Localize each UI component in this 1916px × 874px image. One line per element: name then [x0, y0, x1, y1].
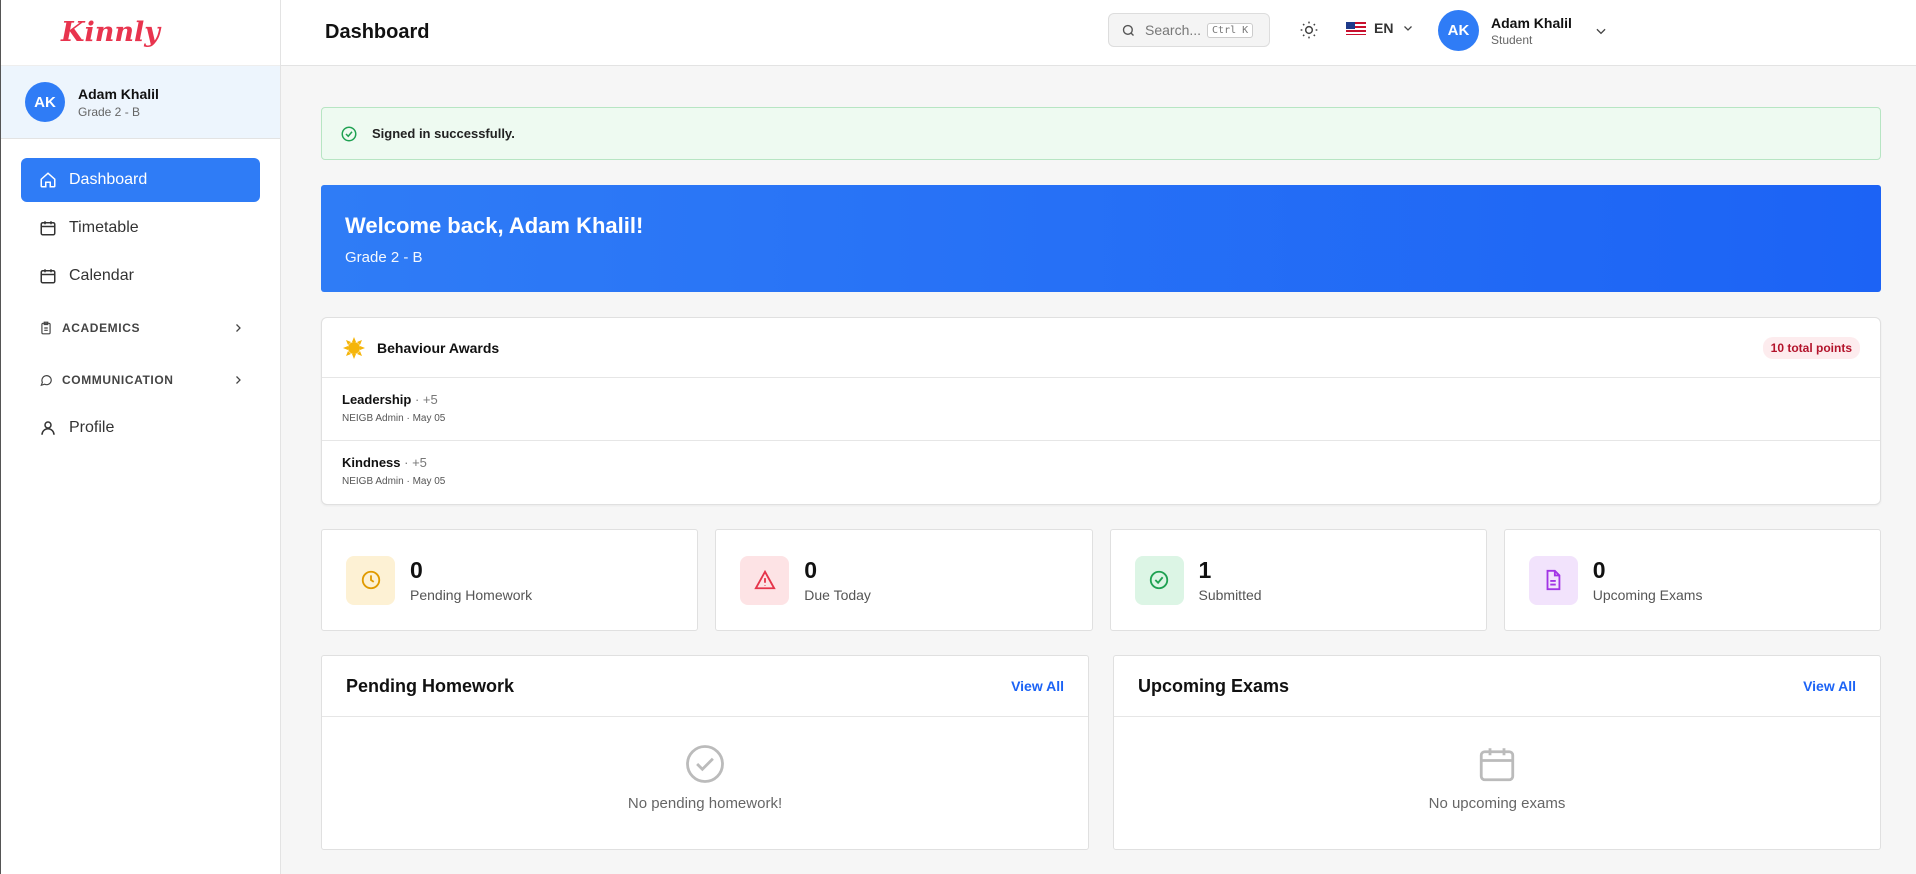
check-circle-icon	[340, 125, 358, 143]
star-icon	[342, 336, 366, 360]
language-label: EN	[1374, 20, 1394, 36]
sidebar-item-label: Profile	[69, 419, 115, 436]
award-points: · +5	[414, 392, 438, 407]
chat-icon	[39, 373, 53, 387]
award-name: Kindness	[342, 455, 401, 470]
calendar-icon	[1476, 743, 1518, 785]
us-flag-icon	[1346, 21, 1366, 35]
view-all-exams-link[interactable]: View All	[1803, 678, 1856, 694]
success-alert: Signed in successfully.	[321, 107, 1881, 160]
sun-icon	[1299, 20, 1319, 40]
sidebar-item-label: Calendar	[69, 267, 134, 284]
stat-submitted[interactable]: 1 Submitted	[1109, 529, 1487, 631]
user-icon	[39, 419, 57, 437]
check-circle-icon	[684, 743, 726, 785]
award-meta: NEIGB Admin · May 05	[342, 476, 446, 487]
search-shortcut: Ctrl K	[1207, 22, 1254, 38]
top-header: Dashboard	[281, 0, 1916, 66]
stat-due-today[interactable]: 0 Due Today	[715, 529, 1093, 631]
sidebar-item-profile[interactable]: Profile	[21, 406, 260, 450]
behaviour-awards-card: Behaviour Awards 10 total points Leaders…	[321, 317, 1881, 505]
stats-row: 0 Pending Homework 0 Due Today 1 Submitt…	[321, 529, 1881, 631]
search-icon	[1121, 23, 1136, 38]
stat-icon-box	[740, 555, 790, 605]
sidebar: Kinnly AK Adam Khalil Grade 2 - B Dashbo…	[0, 0, 281, 874]
empty-message: No upcoming exams	[1428, 795, 1566, 812]
sidebar-item-timetable[interactable]: Timetable	[21, 206, 260, 250]
stat-value: 0	[804, 557, 818, 583]
check-circle-icon	[1148, 569, 1170, 591]
search-placeholder: Search...	[1145, 22, 1202, 38]
app-logo[interactable]: Kinnly	[1, 0, 280, 66]
award-name: Leadership	[342, 392, 412, 407]
sidebar-group-label: COMMUNICATION	[62, 373, 174, 387]
user-menu[interactable]: AK Adam Khalil Student	[1438, 10, 1608, 51]
stat-value: 1	[1198, 557, 1212, 583]
avatar: AK	[1438, 10, 1479, 51]
award-row: Kindness · +5 NEIGB Admin · May 05	[322, 441, 1880, 504]
welcome-title: Welcome back, Adam Khalil!	[345, 213, 644, 238]
sidebar-group-communication[interactable]: COMMUNICATION	[21, 354, 260, 406]
calendar-icon	[39, 219, 57, 237]
home-icon	[39, 171, 57, 189]
document-icon	[1542, 569, 1564, 591]
awards-header: Behaviour Awards 10 total points	[322, 318, 1880, 378]
chevron-right-icon	[232, 322, 244, 334]
welcome-subtitle: Grade 2 - B	[345, 249, 423, 266]
stat-upcoming-exams[interactable]: 0 Upcoming Exams	[1503, 529, 1881, 631]
sidebar-group-academics[interactable]: ACADEMICS	[21, 302, 260, 354]
chevron-right-icon	[232, 374, 244, 386]
stat-value: 0	[410, 557, 423, 583]
panel-title: Upcoming Exams	[1138, 675, 1290, 696]
sidebar-nav: Dashboard Timetable Calendar ACADEMICS C…	[1, 139, 280, 450]
stat-icon-box	[1528, 555, 1578, 605]
pending-homework-panel: Pending Homework View All No pending hom…	[321, 655, 1089, 850]
avatar: AK	[25, 82, 65, 122]
stat-label: Upcoming Exams	[1592, 587, 1703, 603]
stat-label: Pending Homework	[410, 587, 533, 603]
stat-label: Due Today	[804, 587, 871, 603]
sidebar-item-calendar[interactable]: Calendar	[21, 254, 260, 298]
award-row: Leadership · +5 NEIGB Admin · May 05	[322, 378, 1880, 441]
panel-title: Pending Homework	[346, 675, 515, 696]
upcoming-exams-panel: Upcoming Exams View All No upcoming exam…	[1113, 655, 1881, 850]
view-all-homework-link[interactable]: View All	[1011, 678, 1064, 694]
welcome-banner: Welcome back, Adam Khalil! Grade 2 - B	[321, 185, 1881, 292]
language-selector[interactable]: EN	[1346, 20, 1414, 36]
award-points: · +5	[404, 455, 427, 470]
award-meta: NEIGB Admin · May 05	[342, 413, 446, 424]
clock-icon	[360, 569, 382, 591]
user-name: Adam Khalil	[1491, 14, 1572, 31]
alert-text: Signed in successfully.	[372, 126, 515, 141]
warning-icon	[754, 569, 776, 591]
sidebar-user-card: AK Adam Khalil Grade 2 - B	[1, 66, 280, 139]
sidebar-group-label: ACADEMICS	[62, 321, 141, 335]
stat-value: 0	[1592, 557, 1606, 583]
user-role: Student	[1491, 32, 1533, 47]
sidebar-item-dashboard[interactable]: Dashboard	[21, 158, 260, 202]
stat-label: Submitted	[1198, 587, 1262, 603]
search-input[interactable]: Search... Ctrl K	[1108, 13, 1270, 47]
stat-pending-homework[interactable]: 0 Pending Homework	[321, 529, 699, 631]
chevron-down-icon	[1594, 24, 1608, 38]
main-content: Signed in successfully. Welcome back, Ad…	[321, 107, 1881, 850]
sidebar-user-name: Adam Khalil	[78, 85, 159, 102]
awards-title: Behaviour Awards	[377, 339, 500, 356]
points-badge: 10 total points	[1762, 336, 1860, 359]
theme-toggle[interactable]	[1299, 20, 1319, 40]
sidebar-item-label: Timetable	[69, 219, 139, 236]
panels-row: Pending Homework View All No pending hom…	[321, 655, 1881, 850]
stat-icon-box	[346, 555, 395, 605]
clipboard-icon	[39, 321, 53, 335]
stat-icon-box	[1134, 555, 1184, 605]
empty-message: No pending homework!	[627, 795, 783, 812]
chevron-down-icon	[1402, 22, 1414, 34]
sidebar-item-label: Dashboard	[69, 171, 148, 188]
calendar-icon	[39, 267, 57, 285]
page-title: Dashboard	[325, 21, 430, 43]
sidebar-user-class: Grade 2 - B	[78, 104, 141, 119]
